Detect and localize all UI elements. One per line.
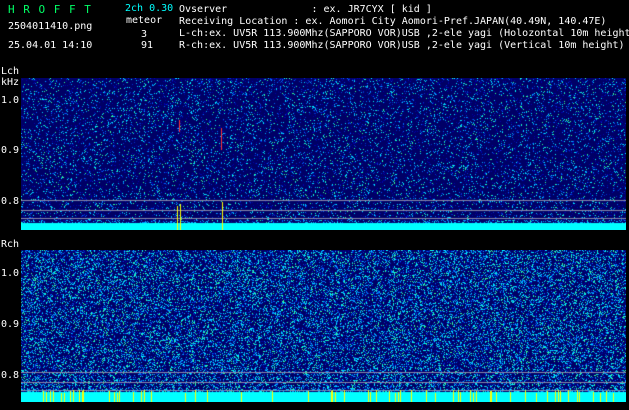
observer-line: Ovserver : ex. JR7CYX [ kid ]: [179, 4, 432, 15]
r-count: 91: [141, 40, 154, 51]
location-line: Receiving Location : ex. Aomori City Aom…: [179, 16, 607, 27]
app-version: 2ch 0.30: [125, 3, 174, 14]
rch-waterfall: [21, 250, 626, 402]
filename: 2504011410.png: [8, 21, 93, 32]
rch-ytick-3: 0.8: [1, 370, 20, 381]
lch-ytick-3: 0.8: [1, 196, 20, 207]
l-count: 3: [141, 29, 148, 40]
timestamp: 25.04.01 14:10: [8, 40, 93, 51]
lch-waterfall: [21, 78, 626, 230]
mode-label: meteor: [126, 15, 163, 26]
rch-ytick-1: 1.0: [1, 268, 20, 279]
lch-label: Lch: [1, 66, 20, 77]
lch-config-line: L-ch:ex. UV5R 113.900Mhz(SAPPORO VOR)USB…: [179, 28, 629, 39]
rch-ytick-2: 0.9: [1, 319, 20, 330]
lch-ytick-1: 1.0: [1, 95, 20, 106]
app-logo: H R O F F T: [8, 3, 92, 16]
rch-label: Rch: [1, 239, 20, 250]
rch-config-line: R-ch:ex. UV5R 113.900Mhz(SAPPORO VOR)USB…: [179, 40, 625, 51]
lch-ytick-2: 0.9: [1, 145, 20, 156]
